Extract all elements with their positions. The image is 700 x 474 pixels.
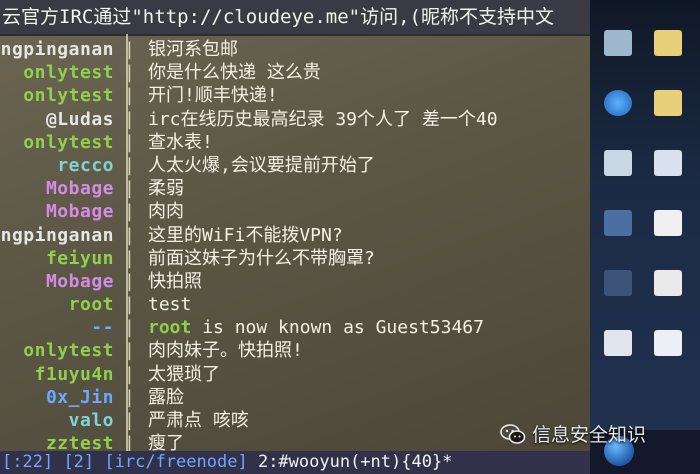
chat-line: f1uyu4n | 太猥琐了 xyxy=(0,363,590,386)
chat-nick: -- xyxy=(91,317,114,339)
browser-icon[interactable] xyxy=(598,90,638,118)
chat-message: 前面这妹子为什么不带胸罩? xyxy=(148,247,375,269)
chat-line: Mobage | 肉肉 xyxy=(0,200,590,223)
chat-line: Mobage | 柔弱 xyxy=(0,177,590,200)
document-icon[interactable] xyxy=(598,150,638,178)
chat-nick: valo xyxy=(68,410,114,431)
chat-line: onlytest | 查水表! xyxy=(0,131,590,154)
nick-pipe: | xyxy=(124,386,135,408)
nick-pipe: | xyxy=(124,340,135,362)
nick-pipe: | xyxy=(124,201,135,223)
chat-line: ngpinganan | 银河系包邮 xyxy=(0,38,590,61)
status-network: [irc/freenode] xyxy=(104,452,248,472)
chat-nick: onlytest xyxy=(23,340,114,362)
chat-message: 这里的WiFi不能拨VPN? xyxy=(148,224,343,246)
chat-message: 肉肉 xyxy=(148,201,184,223)
nick-pipe: | xyxy=(124,294,135,316)
chat-message: root is now known as Guest53467 xyxy=(148,316,484,339)
chat-message: 你是什么快递 这么贵 xyxy=(148,62,321,84)
chat-line: Mobage | 快拍照 xyxy=(0,270,590,293)
chat-nick: feiyun xyxy=(45,247,114,269)
nick-pipe: | xyxy=(124,154,135,176)
chat-line: onlytest | 肉肉妹子。快拍照! xyxy=(0,339,590,362)
wechat-icon xyxy=(500,424,526,444)
chat-message: 银河系包邮 xyxy=(148,39,238,60)
chat-line: ngpinganan | 这里的WiFi不能拨VPN? xyxy=(0,224,590,247)
channel-topic: 云官方IRC通过"http://cloudeye.me"访问,(昵称不支持中文 xyxy=(0,0,590,36)
chat-nick: root xyxy=(68,294,114,316)
nick-pipe: | xyxy=(124,39,135,60)
nick-pipe: | xyxy=(124,85,135,107)
nick-pipe: | xyxy=(124,178,135,200)
nick-pipe: | xyxy=(124,270,135,292)
chat-nick: ngpinganan xyxy=(0,224,114,246)
chat-message: 露脸 xyxy=(148,386,184,408)
status-time: [:22] xyxy=(2,452,54,472)
nick-pipe: | xyxy=(124,363,135,385)
chat-line: -- | root is now known as Guest53467 xyxy=(0,316,590,339)
document-icon[interactable] xyxy=(648,150,688,178)
chat-nick: Mobage xyxy=(45,270,114,292)
document-icon[interactable] xyxy=(648,330,688,358)
chat-nick: onlytest xyxy=(23,62,114,84)
chat-nick: onlytest xyxy=(23,131,114,153)
watermark: 信息安全知识 xyxy=(500,420,646,450)
chat-message: test xyxy=(148,294,192,316)
chat-message: 肉肉妹子。快拍照! xyxy=(148,340,303,362)
chat-nick: recco xyxy=(57,154,114,176)
chat-message: 太猥琐了 xyxy=(148,363,220,385)
watermark-text: 信息安全知识 xyxy=(532,424,647,446)
chat-message-nick: root xyxy=(148,317,192,339)
chat-line: recco | 人太火爆,会议要提前开始了 xyxy=(0,154,590,177)
nick-pipe: | xyxy=(124,108,135,130)
app-window-icon[interactable] xyxy=(598,270,638,298)
chat-log: ngpinganan | 银河系包邮 onlytest | 你是什么快递 这么贵 onlyt… xyxy=(0,38,590,455)
desktop-strip xyxy=(590,0,700,474)
status-window-number: [2] xyxy=(63,452,95,472)
chat-message: irc在线历史最高纪录 39个人了 差一个40 xyxy=(148,108,498,130)
folder-icon[interactable] xyxy=(648,90,688,118)
recycle-bin-icon[interactable] xyxy=(598,30,638,58)
chat-message: 人太火爆,会议要提前开始了 xyxy=(148,154,375,176)
status-channel: 2:#wooyun(+nt){40}* xyxy=(257,452,453,472)
chat-line: feiyun | 前面这妹子为什么不带胸罩? xyxy=(0,247,590,270)
nick-pipe: | xyxy=(124,317,135,339)
chat-message: 开门!顺丰快递! xyxy=(148,85,278,107)
chat-nick: 0x_Jin xyxy=(45,386,114,408)
app-window-icon[interactable] xyxy=(598,210,638,238)
document-icon[interactable] xyxy=(598,330,638,358)
chat-line: @Ludas | irc在线历史最高纪录 39个人了 差一个40 xyxy=(0,108,590,131)
chat-nick: Mobage xyxy=(45,178,114,200)
nick-pipe: | xyxy=(124,224,135,246)
chat-line: 0x_Jin | 露脸 xyxy=(0,386,590,409)
document-icon[interactable] xyxy=(648,270,688,298)
nick-pipe: | xyxy=(124,410,135,431)
nick-pipe: | xyxy=(124,131,135,153)
folder-icon[interactable] xyxy=(648,30,688,58)
document-icon[interactable] xyxy=(648,210,688,238)
chat-nick: Mobage xyxy=(45,201,114,223)
status-bar: [:22] [2] [irc/freenode] 2:#wooyun(+nt){… xyxy=(0,451,590,474)
chat-line: root | test xyxy=(0,293,590,316)
chat-message-text: is now known as Guest53467 xyxy=(191,317,484,339)
terminal-screen: 云官方IRC通过"http://cloudeye.me"访问,(昵称不支持中文 … xyxy=(0,0,590,474)
chat-message: 快拍照 xyxy=(148,270,202,292)
chat-line: onlytest | 开门!顺丰快递! xyxy=(0,84,590,107)
nick-pipe: | xyxy=(124,247,135,269)
chat-nick: @Ludas xyxy=(45,108,114,130)
chat-message: 严肃点 咳咳 xyxy=(148,410,249,431)
chat-nick: ngpinganan xyxy=(0,39,114,60)
nick-pipe: | xyxy=(124,62,135,84)
chat-nick: f1uyu4n xyxy=(34,363,114,385)
chat-nick: onlytest xyxy=(23,85,114,107)
chat-line: onlytest | 你是什么快递 这么贵 xyxy=(0,61,590,84)
chat-message: 柔弱 xyxy=(148,178,184,200)
chat-message: 查水表! xyxy=(148,131,213,153)
